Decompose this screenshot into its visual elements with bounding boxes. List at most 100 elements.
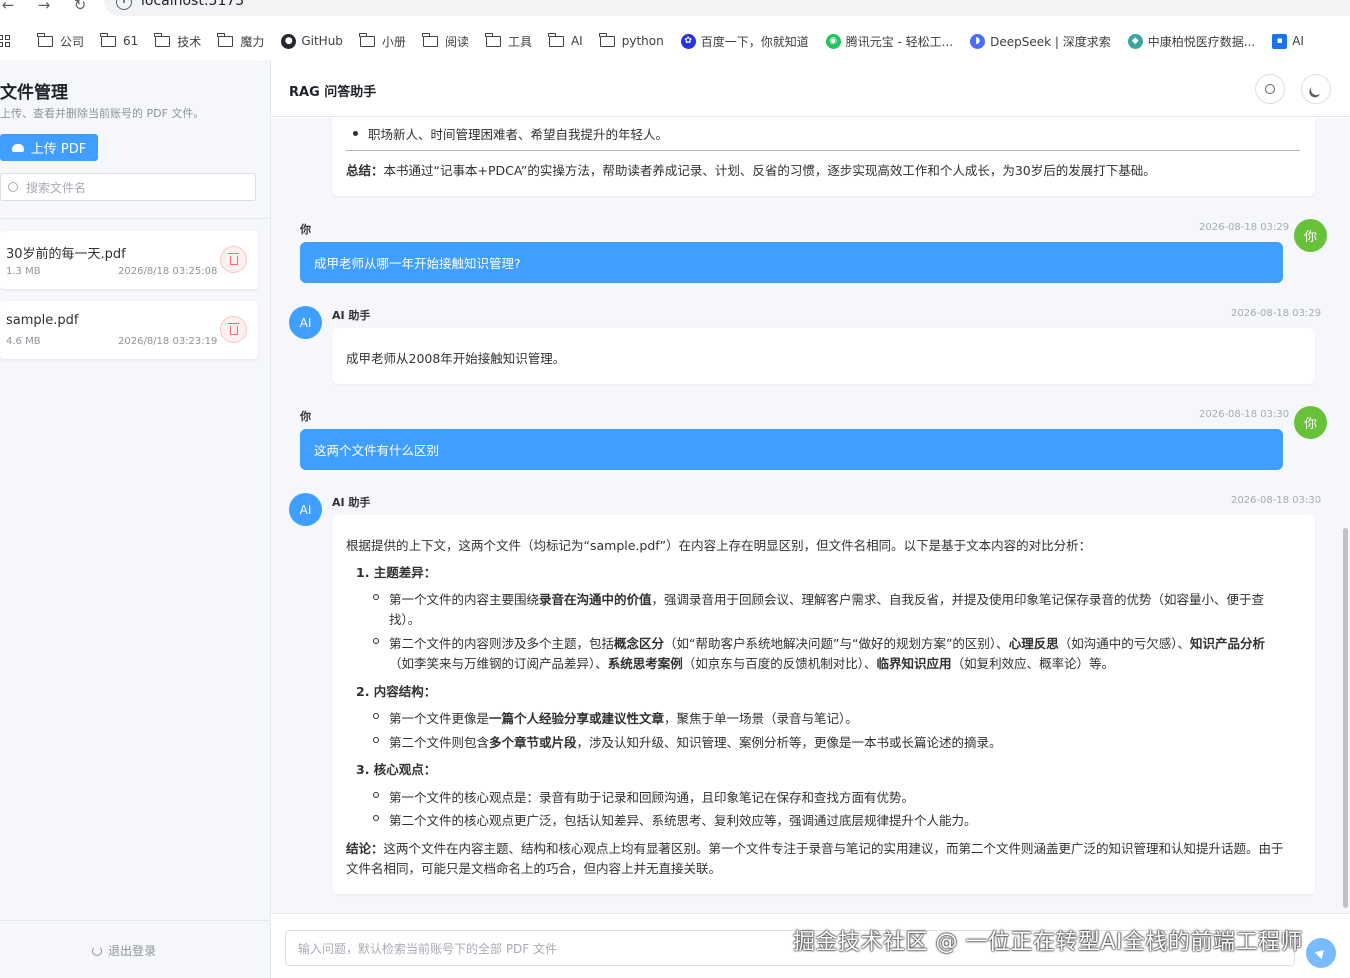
apps-grid-icon[interactable] xyxy=(0,35,10,47)
file-time: 2026/8/18 03:25:08 xyxy=(118,266,218,277)
bookmarks-bar: 公司 61 技术 魔力 ● GitHub 小册 阅读 工具 AI python ✿… xyxy=(0,28,1350,54)
file-time: 2026/8/18 03:23:19 xyxy=(118,336,218,347)
bookmark-zhongkang[interactable]: ◆ 中康柏悦医疗数据... xyxy=(1127,33,1255,50)
message-text: 职场新人、时间管理困难者、希望自我提升的年轻人。 xyxy=(368,127,669,142)
chat-messages[interactable]: 职场新人、时间管理困难者、希望自我提升的年轻人。 总结：本书通过“记事本+PDC… xyxy=(271,118,1350,913)
folder-icon xyxy=(154,32,171,47)
divider xyxy=(346,150,1300,151)
divider xyxy=(0,218,271,219)
baidu-paw-icon: ✿ xyxy=(680,33,696,49)
message-timestamp: 2026-08-18 03:29 xyxy=(1199,222,1290,233)
message-text: 总结：本书通过“记事本+PDCA”的实操方法，帮助读者养成记录、计划、反省的习惯… xyxy=(346,163,1156,178)
upload-pdf-button[interactable]: 上传 PDF xyxy=(0,134,98,161)
folder-icon xyxy=(547,32,564,47)
reload-icon[interactable]: ↻ xyxy=(72,0,88,14)
bookmark-folder[interactable]: 魔力 xyxy=(217,32,264,50)
browser-toolbar: ← → ↻ i localhost:5173 xyxy=(0,0,1350,20)
message-text: 成甲老师从2008年开始接触知识管理。 xyxy=(346,351,566,366)
folder-icon xyxy=(598,32,615,47)
logout-button[interactable]: 退出登录 xyxy=(92,942,156,959)
bookmark-folder[interactable]: 技术 xyxy=(154,32,201,50)
back-icon[interactable]: ← xyxy=(0,0,16,14)
file-item[interactable]: sample.pdf 4.6 MB 2026/8/18 03:23:19 xyxy=(0,301,258,359)
ai-role-label: AI 助手 xyxy=(332,496,371,509)
forward-icon[interactable]: → xyxy=(36,0,52,14)
section-heading: 2. 内容结构： xyxy=(356,684,437,699)
file-name: sample.pdf xyxy=(6,313,79,328)
section-heading: 3. 核心观点： xyxy=(356,762,437,777)
file-size: 4.6 MB xyxy=(6,336,41,347)
bookmark-yuanbao[interactable]: ◉ 腾讯元宝 - 轻松工... xyxy=(825,33,953,50)
moon-icon xyxy=(1310,83,1323,96)
page-title: RAG 问答助手 xyxy=(289,85,377,100)
ai-avatar: AI xyxy=(289,306,322,339)
send-button[interactable] xyxy=(1306,938,1336,968)
zhongkang-logo-icon: ◆ xyxy=(1127,33,1143,49)
file-search-input[interactable]: 搜索文件名 xyxy=(0,173,256,201)
folder-icon xyxy=(100,32,117,47)
bullet xyxy=(373,638,379,644)
doc-icon: ▪ xyxy=(1272,33,1288,49)
bullet xyxy=(373,594,379,600)
answer-line: 第二个文件则包含多个章节或片段，涉及认知升级、知识管理、案例分析等，更像是一本书… xyxy=(389,735,1002,750)
user-role-label: 你 xyxy=(300,223,311,236)
bookmark-deepseek[interactable]: ◗ DeepSeek | 深度求索 xyxy=(970,33,1111,50)
address-bar[interactable] xyxy=(104,0,1350,16)
folder-icon xyxy=(358,32,375,47)
sidebar-description: 上传、查看并删除当前账号的 PDF 文件。 xyxy=(0,107,205,120)
search-icon xyxy=(1265,84,1275,94)
folder-icon xyxy=(217,32,234,47)
bullet xyxy=(353,131,358,136)
theme-toggle-button[interactable] xyxy=(1301,74,1331,104)
ai-role-label: AI 助手 xyxy=(332,309,371,322)
bullet xyxy=(373,737,379,743)
bookmark-ai[interactable]: ▪ AI xyxy=(1272,33,1304,49)
search-placeholder: 搜索文件名 xyxy=(26,180,87,195)
url-text[interactable]: localhost:5173 xyxy=(141,0,244,9)
search-button[interactable] xyxy=(1255,74,1285,104)
bookmark-folder[interactable]: 阅读 xyxy=(421,32,469,50)
file-size: 1.3 MB xyxy=(6,266,41,277)
cloud-upload-icon xyxy=(11,143,24,152)
bookmark-baidu[interactable]: ✿ 百度一下，你就知道 xyxy=(680,33,809,50)
power-icon xyxy=(92,945,102,956)
answer-line: （如李笑来与万维钢的订阅产品差异）、系统思考案例（如京东与百度的反馈机制对比）、… xyxy=(389,656,1115,671)
answer-line: 第一个文件的核心观点是：录音有助于记录和回顾沟通，且印象笔记在保存和查找方面有优… xyxy=(389,790,915,805)
deepseek-whale-icon: ◗ xyxy=(970,33,986,49)
chat-header: RAG 问答助手 xyxy=(271,60,1350,117)
search-icon xyxy=(8,182,18,192)
bookmark-folder[interactable]: 工具 xyxy=(484,32,532,50)
user-avatar: 你 xyxy=(1294,219,1327,252)
delete-file-button[interactable] xyxy=(220,246,247,273)
chat-scrollbar[interactable] xyxy=(1343,528,1348,908)
ai-message-bubble: 成甲老师从2008年开始接触知识管理。 xyxy=(332,328,1315,384)
folder-icon xyxy=(484,32,501,47)
ai-message-bubble: 职场新人、时间管理困难者、希望自我提升的年轻人。 总结：本书通过“记事本+PDC… xyxy=(332,118,1315,196)
sidebar-title: 文件管理 xyxy=(0,83,68,103)
ai-avatar: AI xyxy=(289,493,322,526)
message-timestamp: 2026-08-18 03:30 xyxy=(1231,495,1322,506)
bookmark-folder[interactable]: 小册 xyxy=(358,32,406,50)
folder-icon xyxy=(421,32,438,47)
file-sidebar: 文件管理 上传、查看并删除当前账号的 PDF 文件。 上传 PDF 搜索文件名 … xyxy=(0,60,271,978)
send-icon xyxy=(1314,946,1328,960)
answer-line: 找）。 xyxy=(389,612,421,627)
divider xyxy=(0,920,271,921)
bookmark-folder[interactable]: python xyxy=(598,32,664,48)
ai-answer-bubble: 根据提供的上下文，这两个文件（均标记为“sample.pdf”）在内容上存在明显… xyxy=(332,515,1315,894)
answer-conclusion: 文件名相同，可能只是文档命名上的巧合，但内容上并无直接关联。 xyxy=(346,861,722,876)
user-message-bubble: 这两个文件有什么区别 xyxy=(300,429,1283,470)
bookmark-folder[interactable]: 公司 xyxy=(37,32,84,50)
user-message-bubble: 成甲老师从哪一年开始接触知识管理? xyxy=(300,242,1283,283)
bookmark-github[interactable]: ● GitHub xyxy=(281,33,343,49)
bookmark-folder[interactable]: AI xyxy=(547,32,583,48)
file-name: 30岁前的每一天.pdf xyxy=(6,247,126,262)
answer-intro: 根据提供的上下文，这两个文件（均标记为“sample.pdf”）在内容上存在明显… xyxy=(346,538,1092,553)
trash-icon xyxy=(227,253,239,265)
message-timestamp: 2026-08-18 03:29 xyxy=(1231,308,1322,319)
watermark: 掘金技术社区 @ 一位正在转型AI全栈的前端工程师 xyxy=(793,930,1304,955)
bookmark-folder[interactable]: 61 xyxy=(100,32,138,48)
delete-file-button[interactable] xyxy=(220,316,247,343)
answer-conclusion: 结论：这两个文件在内容主题、结构和核心观点上均有显著区别。第一个文件专注于录音与… xyxy=(346,841,1284,856)
file-item[interactable]: 30岁前的每一天.pdf 1.3 MB 2026/8/18 03:25:08 xyxy=(0,231,258,289)
